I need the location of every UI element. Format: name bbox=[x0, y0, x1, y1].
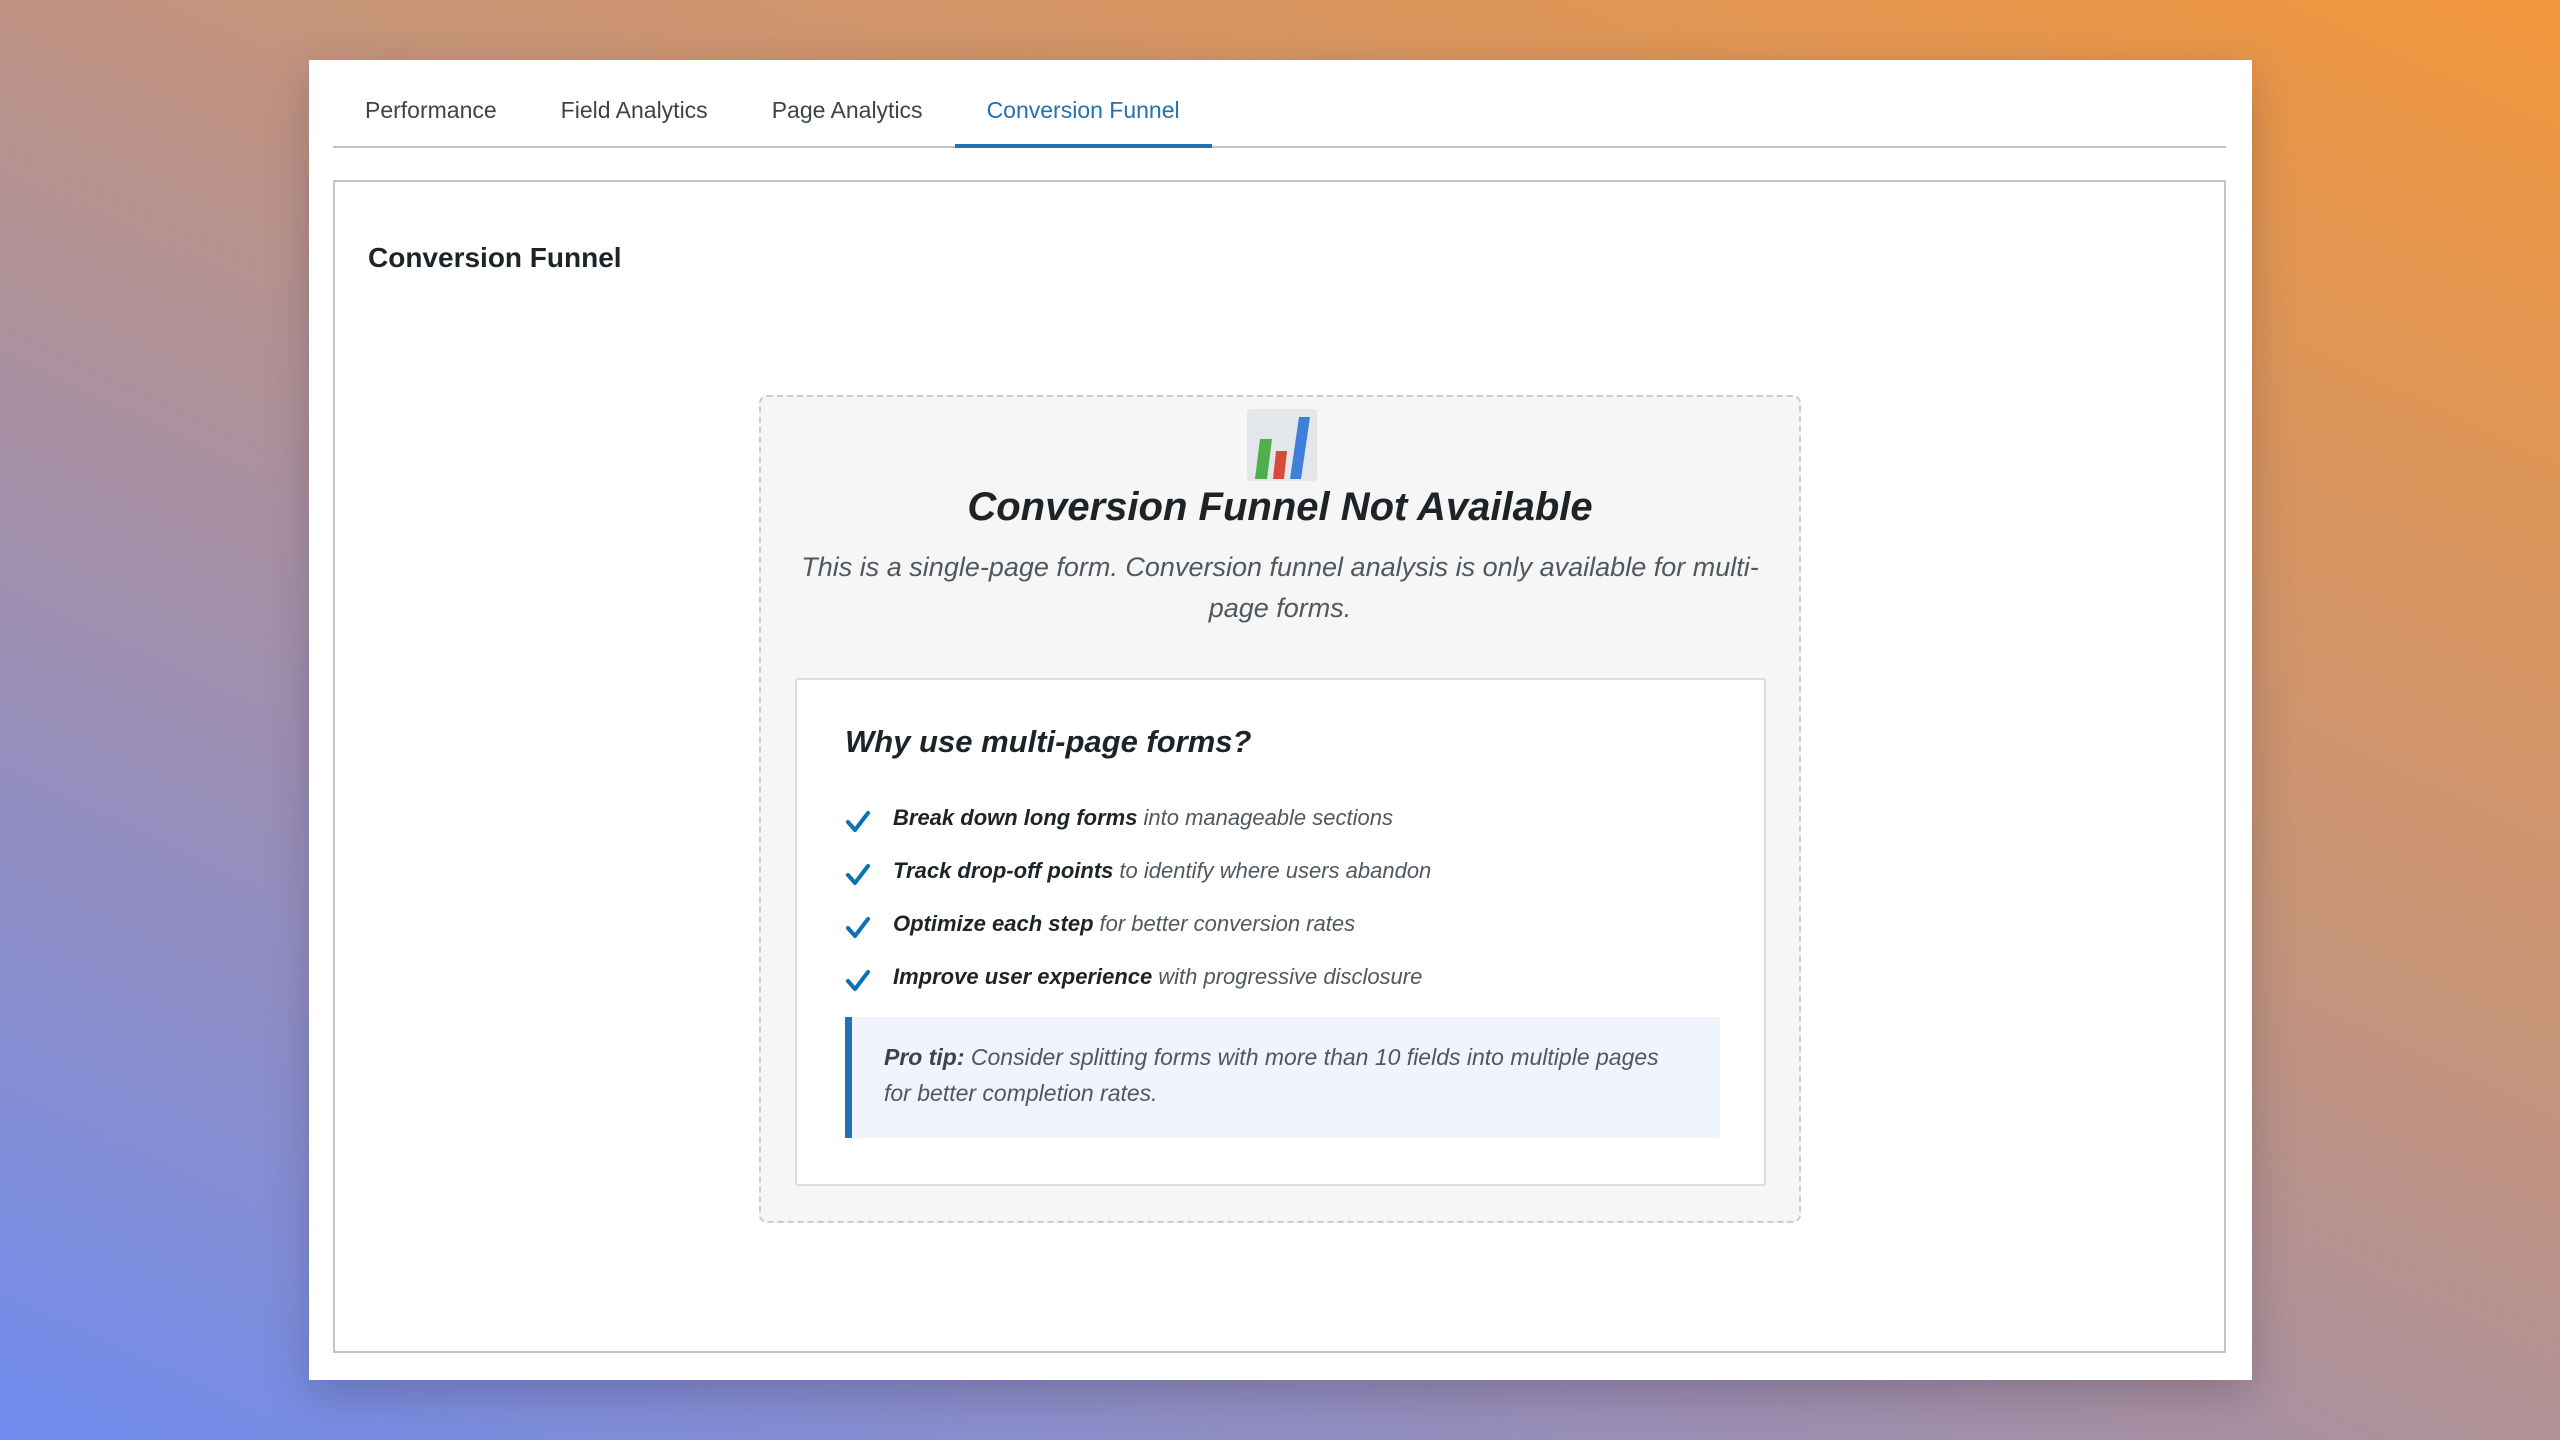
bar-chart-icon bbox=[1247, 409, 1317, 481]
checkmark-icon bbox=[846, 916, 870, 938]
why-card: Why use multi-page forms? Break down lon… bbox=[795, 678, 1766, 1186]
list-item: Improve user experience with progressive… bbox=[845, 950, 1431, 1003]
list-item: Track drop-off points to identify where … bbox=[845, 844, 1431, 897]
analytics-window: Performance Field Analytics Page Analyti… bbox=[309, 60, 2252, 1380]
benefit-text: into manageable sections bbox=[1143, 804, 1393, 830]
tab-performance[interactable]: Performance bbox=[333, 58, 529, 146]
benefit-text: to identify where users abandon bbox=[1119, 857, 1432, 883]
checkmark-icon bbox=[846, 969, 870, 991]
tab-page-analytics[interactable]: Page Analytics bbox=[740, 58, 955, 146]
benefit-bold: Track drop-off points bbox=[893, 857, 1114, 883]
tab-bar: Performance Field Analytics Page Analyti… bbox=[333, 60, 2226, 148]
why-title: Why use multi-page forms? bbox=[845, 724, 1252, 759]
list-item: Optimize each step for better conversion… bbox=[845, 897, 1431, 950]
empty-state-box: Conversion Funnel Not Available This is … bbox=[759, 395, 1801, 1223]
empty-state-description: This is a single-page form. Conversion f… bbox=[801, 552, 1759, 623]
pro-tip-label: Pro tip: bbox=[884, 1044, 965, 1070]
panel-title: Conversion Funnel bbox=[368, 242, 622, 273]
pro-tip: Pro tip: Consider splitting forms with m… bbox=[845, 1017, 1720, 1138]
benefit-text: for better conversion rates bbox=[1099, 910, 1356, 936]
pro-tip-text: Consider splitting forms with more than … bbox=[884, 1044, 1659, 1106]
checkmark-icon bbox=[846, 810, 870, 832]
benefit-list: Break down long forms into manageable se… bbox=[845, 791, 1431, 1003]
content-panel: Conversion Funnel Conversion Funnel Not … bbox=[333, 180, 2226, 1353]
benefit-bold: Improve user experience bbox=[893, 963, 1153, 989]
empty-state-title: Conversion Funnel Not Available bbox=[967, 485, 1593, 529]
tab-field-analytics[interactable]: Field Analytics bbox=[529, 58, 740, 146]
tab-conversion-funnel[interactable]: Conversion Funnel bbox=[954, 58, 1212, 148]
benefit-bold: Optimize each step bbox=[893, 910, 1094, 936]
benefit-text: with progressive disclosure bbox=[1158, 963, 1423, 989]
list-item: Break down long forms into manageable se… bbox=[845, 791, 1431, 844]
checkmark-icon bbox=[846, 863, 870, 885]
benefit-bold: Break down long forms bbox=[893, 804, 1138, 830]
